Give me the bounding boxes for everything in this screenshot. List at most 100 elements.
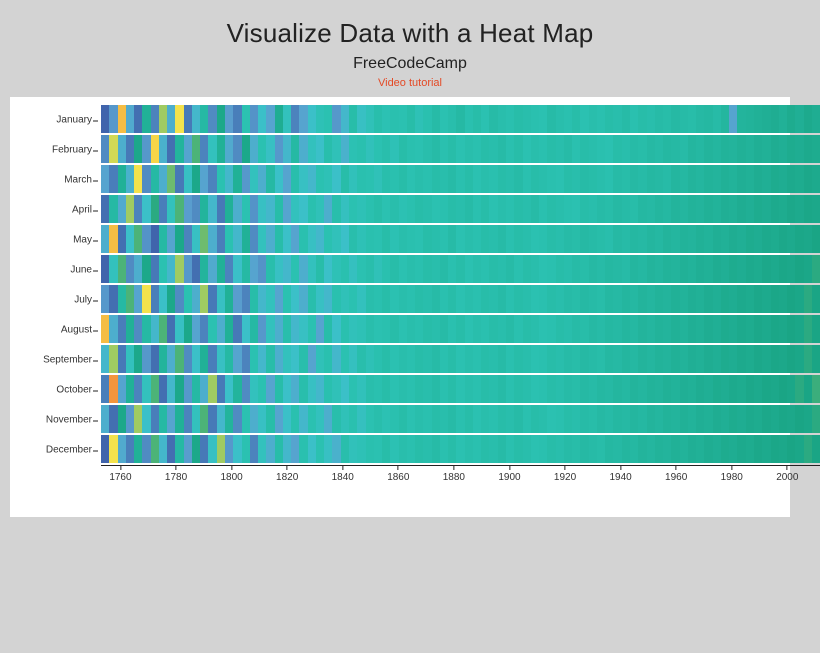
- heatmap-cell[interactable]: [473, 405, 481, 433]
- heatmap-cell[interactable]: [192, 285, 200, 313]
- heatmap-cell[interactable]: [324, 165, 332, 193]
- heatmap-cell[interactable]: [159, 195, 167, 223]
- heatmap-cell[interactable]: [671, 105, 679, 133]
- heatmap-cell[interactable]: [812, 135, 820, 163]
- heatmap-cell[interactable]: [448, 435, 456, 463]
- heatmap-cell[interactable]: [456, 375, 464, 403]
- heatmap-cell[interactable]: [795, 105, 803, 133]
- heatmap-cell[interactable]: [299, 315, 307, 343]
- heatmap-cell[interactable]: [514, 165, 522, 193]
- heatmap-cell[interactable]: [746, 375, 754, 403]
- heatmap-cell[interactable]: [258, 375, 266, 403]
- heatmap-cell[interactable]: [589, 135, 597, 163]
- heatmap-cell[interactable]: [465, 285, 473, 313]
- heatmap-cell[interactable]: [655, 195, 663, 223]
- heatmap-cell[interactable]: [729, 285, 737, 313]
- heatmap-cell[interactable]: [605, 315, 613, 343]
- heatmap-cell[interactable]: [415, 165, 423, 193]
- heatmap-cell[interactable]: [233, 285, 241, 313]
- heatmap-cell[interactable]: [142, 255, 150, 283]
- heatmap-cell[interactable]: [605, 165, 613, 193]
- heatmap-cell[interactable]: [688, 165, 696, 193]
- heatmap-cell[interactable]: [382, 405, 390, 433]
- heatmap-cell[interactable]: [771, 255, 779, 283]
- heatmap-cell[interactable]: [762, 195, 770, 223]
- heatmap-cell[interactable]: [266, 135, 274, 163]
- heatmap-cell[interactable]: [696, 255, 704, 283]
- heatmap-cell[interactable]: [184, 315, 192, 343]
- heatmap-cell[interactable]: [407, 315, 415, 343]
- heatmap-cell[interactable]: [564, 345, 572, 373]
- heatmap-cell[interactable]: [547, 225, 555, 253]
- heatmap-cell[interactable]: [696, 345, 704, 373]
- heatmap-cell[interactable]: [473, 255, 481, 283]
- heatmap-cell[interactable]: [589, 255, 597, 283]
- heatmap-cell[interactable]: [208, 375, 216, 403]
- heatmap-cell[interactable]: [200, 405, 208, 433]
- heatmap-cell[interactable]: [580, 105, 588, 133]
- heatmap-cell[interactable]: [349, 405, 357, 433]
- heatmap-cell[interactable]: [109, 165, 117, 193]
- heatmap-cell[interactable]: [795, 405, 803, 433]
- heatmap-cell[interactable]: [192, 105, 200, 133]
- heatmap-cell[interactable]: [671, 375, 679, 403]
- heatmap-cell[interactable]: [523, 435, 531, 463]
- heatmap-cell[interactable]: [514, 195, 522, 223]
- heatmap-cell[interactable]: [737, 375, 745, 403]
- heatmap-cell[interactable]: [275, 345, 283, 373]
- heatmap-cell[interactable]: [217, 435, 225, 463]
- heatmap-cell[interactable]: [415, 255, 423, 283]
- heatmap-cell[interactable]: [473, 165, 481, 193]
- heatmap-cell[interactable]: [498, 195, 506, 223]
- heatmap-cell[interactable]: [448, 405, 456, 433]
- heatmap-cell[interactable]: [564, 405, 572, 433]
- heatmap-cell[interactable]: [804, 135, 812, 163]
- heatmap-cell[interactable]: [737, 345, 745, 373]
- heatmap-cell[interactable]: [506, 105, 514, 133]
- heatmap-cell[interactable]: [638, 165, 646, 193]
- heatmap-cell[interactable]: [465, 195, 473, 223]
- heatmap-cell[interactable]: [151, 435, 159, 463]
- heatmap-cell[interactable]: [159, 405, 167, 433]
- heatmap-cell[interactable]: [126, 255, 134, 283]
- heatmap-cell[interactable]: [671, 285, 679, 313]
- heatmap-cell[interactable]: [481, 315, 489, 343]
- heatmap-cell[interactable]: [324, 285, 332, 313]
- heatmap-cell[interactable]: [465, 135, 473, 163]
- heatmap-cell[interactable]: [580, 435, 588, 463]
- heatmap-cell[interactable]: [283, 345, 291, 373]
- heatmap-cell[interactable]: [613, 165, 621, 193]
- heatmap-cell[interactable]: [109, 255, 117, 283]
- heatmap-cell[interactable]: [795, 375, 803, 403]
- heatmap-cell[interactable]: [217, 225, 225, 253]
- heatmap-cell[interactable]: [523, 255, 531, 283]
- heatmap-cell[interactable]: [200, 285, 208, 313]
- heatmap-cell[interactable]: [456, 435, 464, 463]
- heatmap-cell[interactable]: [225, 315, 233, 343]
- heatmap-cell[interactable]: [341, 315, 349, 343]
- heatmap-cell[interactable]: [564, 135, 572, 163]
- heatmap-cell[interactable]: [638, 375, 646, 403]
- heatmap-cell[interactable]: [556, 165, 564, 193]
- heatmap-cell[interactable]: [399, 375, 407, 403]
- heatmap-cell[interactable]: [415, 195, 423, 223]
- heatmap-cell[interactable]: [200, 255, 208, 283]
- heatmap-cell[interactable]: [729, 255, 737, 283]
- heatmap-cell[interactable]: [308, 285, 316, 313]
- heatmap-cell[interactable]: [217, 315, 225, 343]
- heatmap-cell[interactable]: [597, 165, 605, 193]
- heatmap-cell[interactable]: [804, 405, 812, 433]
- heatmap-cell[interactable]: [713, 225, 721, 253]
- heatmap-cell[interactable]: [332, 285, 340, 313]
- heatmap-cell[interactable]: [242, 165, 250, 193]
- heatmap-cell[interactable]: [613, 345, 621, 373]
- heatmap-cell[interactable]: [101, 435, 109, 463]
- heatmap-cell[interactable]: [572, 195, 580, 223]
- heatmap-cell[interactable]: [613, 135, 621, 163]
- heatmap-cell[interactable]: [704, 195, 712, 223]
- heatmap-cell[interactable]: [762, 105, 770, 133]
- heatmap-cell[interactable]: [366, 225, 374, 253]
- heatmap-cell[interactable]: [101, 255, 109, 283]
- heatmap-cell[interactable]: [242, 105, 250, 133]
- heatmap-cell[interactable]: [729, 345, 737, 373]
